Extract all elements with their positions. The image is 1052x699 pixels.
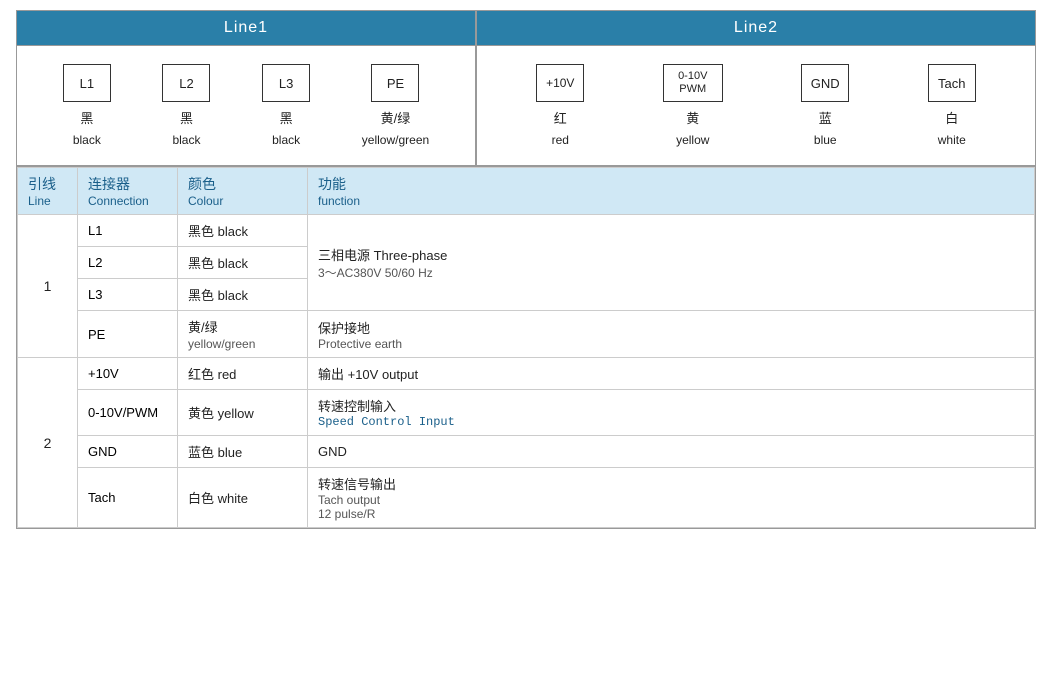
connector-PWM: 0-10V PWM 黄 yellow (663, 64, 723, 147)
connector-box-GND: GND (801, 64, 849, 102)
connection-L1: L1 (78, 215, 178, 247)
connector-en-10V: red (552, 133, 569, 147)
th-line: 引线 Line (18, 168, 78, 215)
function-10V: 输出 +10V output (308, 358, 1035, 390)
line-number-2: 2 (18, 358, 78, 528)
connector-box-10V: +10V (536, 64, 584, 102)
function-Tach: 转速信号输出 Tach output 12 pulse/R (308, 468, 1035, 528)
connector-box-L3: L3 (262, 64, 310, 102)
connector-box-L1: L1 (63, 64, 111, 102)
th-colour-en: Colour (188, 194, 297, 208)
connector-en-Tach: white (938, 133, 966, 147)
table-row: 0-10V/PWM 黄色 yellow 转速控制输入 Speed Control… (18, 390, 1035, 436)
colour-10V: 红色 red (178, 358, 308, 390)
connector-en-L1: black (73, 133, 101, 147)
connector-cn-L1: 黑 (80, 108, 93, 127)
table-header-row: 引线 Line 连接器 Connection 颜色 Colour 功能 func… (18, 168, 1035, 215)
connector-cn-10V: 红 (554, 108, 567, 127)
connection-10V: +10V (78, 358, 178, 390)
connector-en-L2: black (172, 133, 200, 147)
connector-10V: +10V 红 red (536, 64, 584, 147)
th-connection: 连接器 Connection (78, 168, 178, 215)
colour-PE: 黄/绿 yellow/green (178, 311, 308, 358)
diagram-section: L1 黑 black L2 黑 black L3 黑 black PE 黄/绿 … (17, 45, 1035, 167)
colour-L2: 黑色 black (178, 247, 308, 279)
colour-PWM: 黄色 yellow (178, 390, 308, 436)
connector-L1: L1 黑 black (63, 64, 111, 147)
th-line-cn: 引线 (28, 174, 67, 194)
connector-L3: L3 黑 black (262, 64, 310, 147)
connector-en-L3: black (272, 133, 300, 147)
connector-cn-L3: 黑 (280, 108, 293, 127)
connector-box-PWM: 0-10V PWM (663, 64, 723, 102)
header-line1: Line1 (17, 11, 477, 45)
colour-L3: 黑色 black (178, 279, 308, 311)
th-function-cn: 功能 (318, 174, 1024, 194)
connector-PE: PE 黄/绿 yellow/green (362, 64, 429, 147)
connection-L3: L3 (78, 279, 178, 311)
th-function-en: function (318, 194, 1024, 208)
diagram-line2: +10V 红 red 0-10V PWM 黄 yellow GND 蓝 blue… (477, 46, 1035, 165)
main-container: Line1 Line2 L1 黑 black L2 黑 black L3 黑 b… (16, 10, 1036, 529)
table-row: PE 黄/绿 yellow/green 保护接地 Protective eart… (18, 311, 1035, 358)
connector-cn-Tach: 白 (945, 108, 958, 127)
colour-Tach: 白色 white (178, 468, 308, 528)
th-connection-en: Connection (88, 194, 167, 208)
connection-Tach: Tach (78, 468, 178, 528)
connector-en-GND: blue (814, 133, 837, 147)
th-line-en: Line (28, 194, 67, 208)
connector-cn-GND: 蓝 (819, 108, 832, 127)
diagram-line1: L1 黑 black L2 黑 black L3 黑 black PE 黄/绿 … (17, 46, 477, 165)
function-three-phase: 三相电源 Three-phase 3～AC380V 50/60 Hz (308, 215, 1035, 311)
connection-L2: L2 (78, 247, 178, 279)
connector-pwm-line2: PWM (679, 83, 706, 96)
connector-Tach: Tach 白 white (928, 64, 976, 147)
table-row: Tach 白色 white 转速信号输出 Tach output 12 puls… (18, 468, 1035, 528)
colour-GND: 蓝色 blue (178, 436, 308, 468)
header-row: Line1 Line2 (17, 11, 1035, 45)
header-line2: Line2 (477, 11, 1035, 45)
connector-cn-PWM: 黄 (686, 108, 699, 127)
connector-cn-PE: 黄/绿 (381, 108, 411, 127)
connector-cn-L2: 黑 (180, 108, 193, 127)
th-function: 功能 function (308, 168, 1035, 215)
function-GND: GND (308, 436, 1035, 468)
data-table: 引线 Line 连接器 Connection 颜色 Colour 功能 func… (17, 167, 1035, 528)
connector-GND: GND 蓝 blue (801, 64, 849, 147)
th-colour: 颜色 Colour (178, 168, 308, 215)
connector-en-PE: yellow/green (362, 133, 429, 147)
th-connection-cn: 连接器 (88, 174, 167, 194)
connector-pwm-line1: 0-10V (678, 70, 707, 83)
connection-GND: GND (78, 436, 178, 468)
connector-box-L2: L2 (162, 64, 210, 102)
connector-L2: L2 黑 black (162, 64, 210, 147)
connection-0-10V-PWM: 0-10V/PWM (78, 390, 178, 436)
function-PE: 保护接地 Protective earth (308, 311, 1035, 358)
connector-box-Tach: Tach (928, 64, 976, 102)
colour-L1: 黑色 black (178, 215, 308, 247)
table-row: 2 +10V 红色 red 输出 +10V output (18, 358, 1035, 390)
th-colour-cn: 颜色 (188, 174, 297, 194)
function-PWM: 转速控制输入 Speed Control Input (308, 390, 1035, 436)
connector-box-PE: PE (371, 64, 419, 102)
table-row: 1 L1 黑色 black 三相电源 Three-phase 3～AC380V … (18, 215, 1035, 247)
line-number-1: 1 (18, 215, 78, 358)
line2-header-label: Line2 (734, 19, 778, 36)
connection-PE: PE (78, 311, 178, 358)
connector-en-PWM: yellow (676, 133, 709, 147)
line1-header-label: Line1 (224, 19, 268, 36)
table-row: GND 蓝色 blue GND (18, 436, 1035, 468)
